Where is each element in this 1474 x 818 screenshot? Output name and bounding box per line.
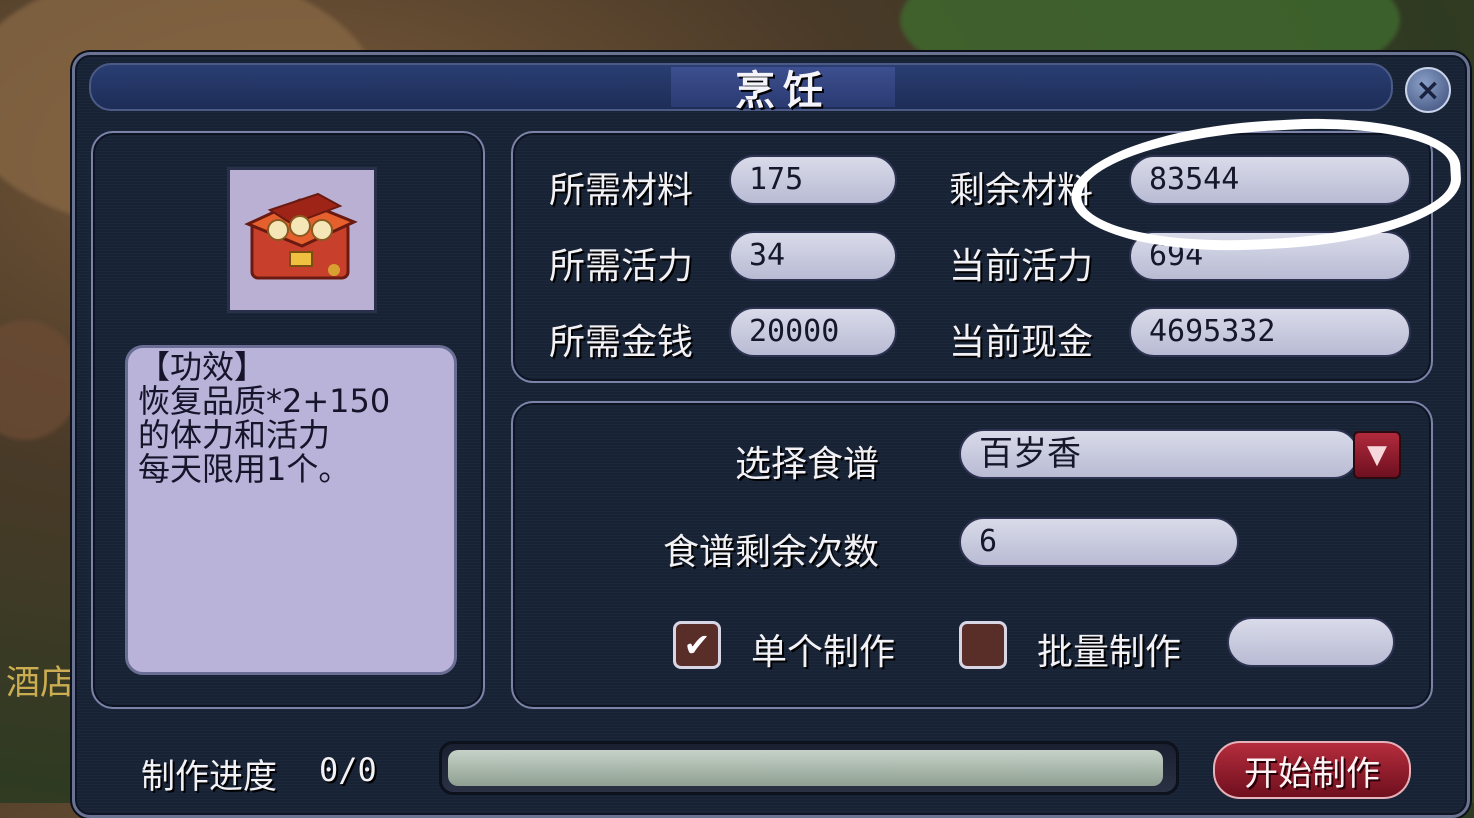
required-energy-field: 34	[729, 231, 897, 281]
cooking-window: 烹饪 × 【功效】 恢复品质*2+150 的体力和活力 每天限用1个。 所需材料…	[72, 52, 1470, 818]
close-button[interactable]: ×	[1405, 67, 1451, 113]
recipe-select[interactable]: 百岁香	[959, 429, 1359, 479]
checkmark-icon: ✔	[683, 626, 711, 664]
description-line: 的体力和活力	[138, 416, 331, 454]
current-energy-label: 当前活力	[949, 246, 1094, 287]
item-panel: 【功效】 恢复品质*2+150 的体力和活力 每天限用1个。	[91, 131, 485, 709]
recipe-panel: 选择食谱 百岁香 ▼ 食谱剩余次数 6 ✔ 单个制作 批量制作	[511, 401, 1433, 709]
progress-fill	[448, 750, 1163, 786]
required-material-field: 175	[729, 155, 897, 205]
batch-quantity-input[interactable]	[1227, 617, 1395, 667]
progress-value: 0/0	[319, 751, 377, 789]
required-material-label: 所需材料	[549, 170, 694, 211]
progress-bar	[439, 741, 1179, 795]
chevron-down-icon: ▼	[1367, 440, 1387, 470]
item-slot[interactable]	[227, 167, 377, 313]
treasure-chest-food-icon	[244, 192, 358, 280]
item-description: 【功效】 恢复品质*2+150 的体力和活力 每天限用1个。	[125, 345, 457, 675]
description-line: 【功效】	[138, 348, 267, 386]
select-recipe-label: 选择食谱	[735, 444, 880, 485]
close-icon: ×	[1415, 72, 1441, 108]
single-make-label: 单个制作	[751, 632, 896, 673]
required-energy-label: 所需活力	[549, 246, 694, 287]
background-shop-sign: 酒店	[6, 663, 74, 703]
background-barrel	[0, 320, 80, 440]
remaining-material-label: 剩余材料	[949, 170, 1094, 211]
progress-label: 制作进度	[141, 757, 277, 797]
title-bar: 烹饪	[89, 63, 1393, 114]
recipe-remaining-label: 食谱剩余次数	[663, 532, 880, 573]
batch-make-checkbox[interactable]	[959, 621, 1007, 669]
required-money-label: 所需金钱	[549, 322, 694, 363]
start-making-button[interactable]: 开始制作	[1213, 741, 1411, 799]
batch-make-label: 批量制作	[1037, 632, 1182, 673]
current-cash-label: 当前现金	[949, 322, 1094, 363]
single-make-checkbox[interactable]: ✔	[673, 621, 721, 669]
recipe-dropdown-button[interactable]: ▼	[1353, 431, 1401, 479]
title-plate: 烹饪	[671, 67, 895, 114]
description-line: 恢复品质*2+150	[138, 382, 391, 420]
current-cash-field: 4695332	[1129, 307, 1411, 357]
description-line: 每天限用1个。	[138, 450, 351, 488]
required-money-field: 20000	[729, 307, 897, 357]
recipe-remaining-field: 6	[959, 517, 1239, 567]
window-title: 烹饪	[735, 68, 831, 114]
